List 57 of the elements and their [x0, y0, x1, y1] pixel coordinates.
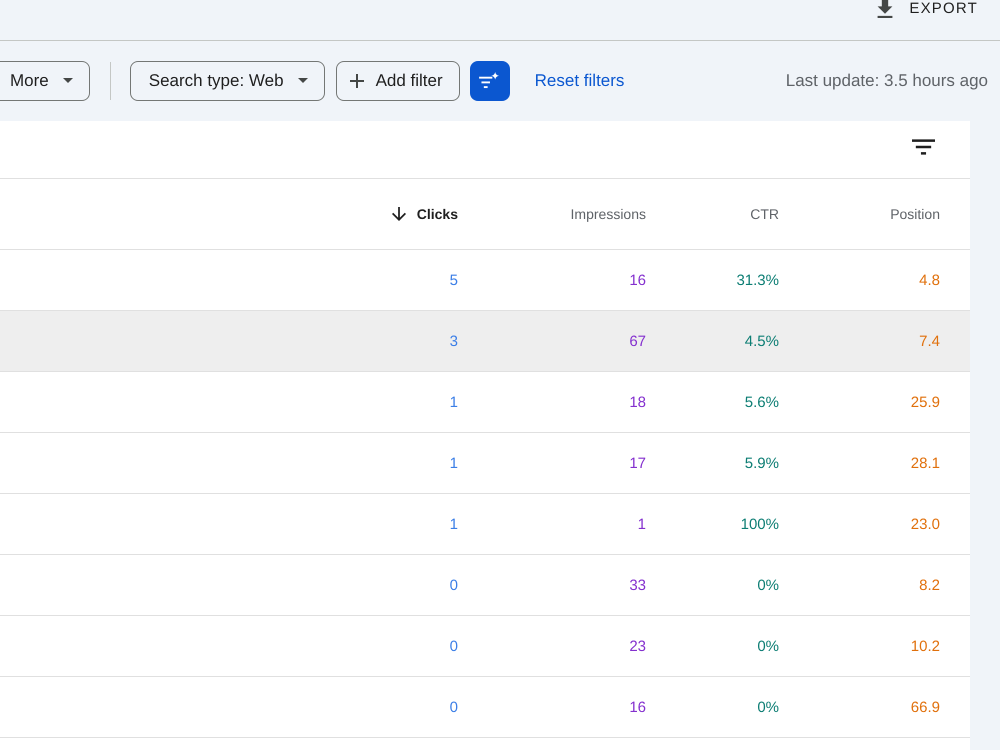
table-cell: 66.9 — [910, 698, 940, 716]
table-cell: 0 — [450, 576, 458, 594]
filter-sparkle-button[interactable] — [470, 60, 510, 100]
table-cell: 67 — [629, 332, 646, 350]
table-cell: 0% — [757, 576, 779, 594]
sort-arrow-icon — [392, 207, 406, 221]
table-cell: 23.0 — [910, 516, 940, 532]
table-cell: 1 — [450, 454, 458, 472]
add-filter-button[interactable]: Add filter — [336, 60, 460, 100]
table-cell: 0% — [757, 638, 779, 654]
table-cell: 5 — [450, 272, 458, 288]
table-cell: 0% — [757, 698, 779, 716]
table-cell: 23 — [629, 638, 646, 654]
table-cell: 7.4 — [919, 332, 940, 350]
table-cell: 16 — [629, 698, 646, 716]
table-cell: 1 — [638, 516, 646, 532]
table-row[interactable]: 0 16 0% 66.9 — [0, 677, 970, 738]
download-icon[interactable] — [877, 0, 894, 18]
table-cell: 16 — [629, 272, 646, 288]
plus-icon — [350, 74, 364, 88]
table-row[interactable]: 0 33 0% 8.2 — [0, 555, 970, 616]
filter-icon[interactable] — [912, 138, 935, 154]
column-header[interactable]: Position — [890, 206, 940, 222]
table-cell: 4.8 — [919, 272, 940, 288]
table-row[interactable]: 0 23 0% 10.2 — [0, 616, 970, 677]
table-cell: 10.2 — [910, 638, 940, 654]
filter-sparkle-icon — [479, 72, 500, 89]
table-cell: 5.6% — [744, 394, 779, 410]
table-cell: 31.3% — [736, 272, 779, 288]
table-cell: 28.1 — [910, 454, 940, 472]
table-row[interactable]: 1 1 100% 23.0 — [0, 494, 970, 555]
column-header[interactable]: Impressions — [570, 206, 646, 222]
column-header[interactable]: CTR — [750, 206, 779, 222]
more-dropdown[interactable]: More — [0, 60, 90, 100]
table-cell: 8.2 — [919, 576, 940, 594]
column-header[interactable]: Clicks — [392, 206, 458, 222]
table-cell: 17 — [629, 454, 646, 472]
table-cell: 4.5% — [744, 332, 779, 350]
table-cell: 0 — [450, 698, 458, 716]
search-type-dropdown[interactable]: Search type: Web — [130, 60, 325, 100]
table-row[interactable]: 3 67 4.5% 7.4 — [0, 311, 970, 372]
reset-filters-link[interactable]: Reset filters — [534, 70, 624, 90]
export-link[interactable]: EXPORT — [909, 0, 978, 18]
caret-icon — [298, 78, 308, 83]
table-row[interactable]: 1 17 5.9% 28.1 — [0, 433, 970, 494]
table-cell: 1 — [450, 516, 458, 532]
table-cell: 5.9% — [744, 454, 779, 472]
table-cell: 25.9 — [910, 394, 940, 410]
table-cell: 100% — [740, 516, 779, 532]
table-cell: 18 — [629, 394, 646, 410]
table-cell: 0 — [450, 638, 458, 654]
last-update-text: Last update: 3.5 hours ago — [786, 70, 988, 90]
table-row[interactable]: 1 18 5.6% 25.9 — [0, 372, 970, 433]
caret-icon — [62, 78, 73, 83]
table-cell: 3 — [450, 332, 458, 350]
table-cell: 33 — [629, 576, 646, 594]
table-cell: 1 — [450, 394, 458, 410]
